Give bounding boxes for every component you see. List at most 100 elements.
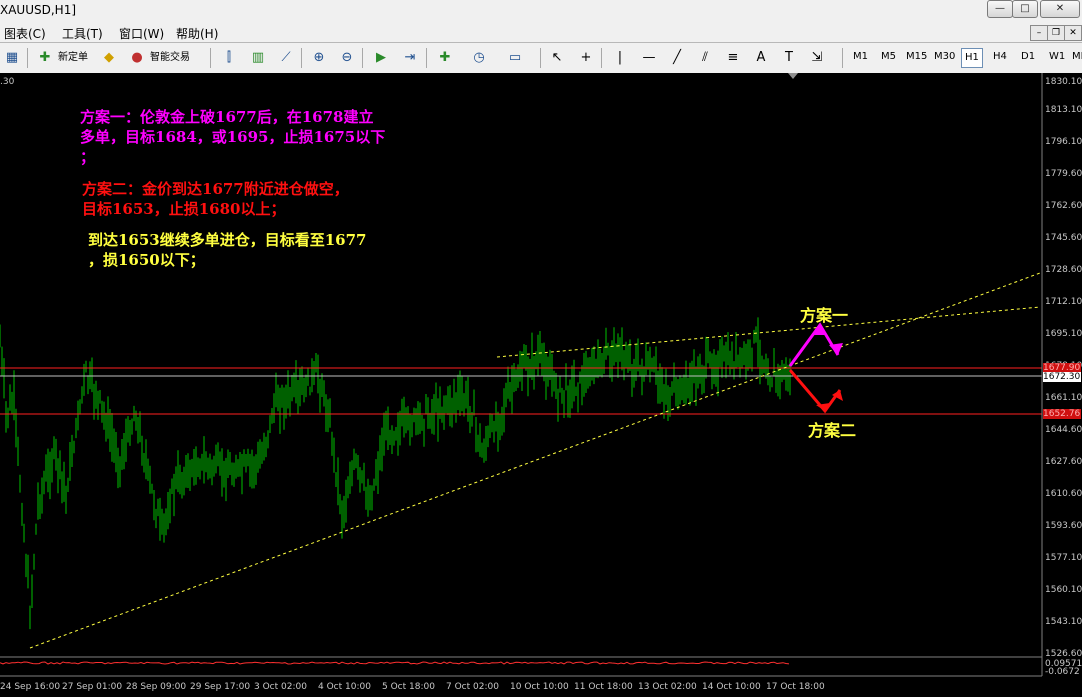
price-tick-label: 1745.60 bbox=[1045, 233, 1082, 243]
toolbar: ▦ ✚ 新定单 ◆ ● 智能交易 ⫿ ▥ ⟋ ⊕ ⊖ ▶ ⇥ ✚ ◷ ▭ ↖ +… bbox=[0, 43, 1082, 74]
title-bar: XAUUSD,H1] — □ ✕ bbox=[0, 0, 1082, 23]
price-tick-label: 1695.10 bbox=[1045, 329, 1082, 339]
price-tick-label: 1728.60 bbox=[1045, 265, 1082, 275]
timeframe-m1[interactable]: M1 bbox=[853, 51, 868, 62]
time-tick-label: 10 Oct 10:00 bbox=[510, 682, 569, 692]
zoom-out-icon[interactable]: ⊖ bbox=[338, 49, 356, 67]
new-order-icon[interactable]: ✚ bbox=[36, 49, 54, 67]
new-order-button[interactable]: 新定单 bbox=[58, 48, 88, 68]
maximize-button[interactable]: □ bbox=[1012, 0, 1038, 18]
time-tick-label: 4 Oct 10:00 bbox=[318, 682, 371, 692]
text-label-icon[interactable]: T bbox=[780, 49, 798, 67]
toolbar-separator bbox=[842, 48, 843, 68]
toolbar-separator bbox=[301, 48, 302, 68]
print-preview-icon[interactable]: ▦ bbox=[3, 49, 21, 67]
channel-icon[interactable]: ⫽ bbox=[696, 49, 714, 67]
window-title: XAUUSD,H1] bbox=[0, 3, 77, 17]
chart-shift-icon[interactable]: ⇥ bbox=[401, 49, 419, 67]
timeframe-h4[interactable]: H4 bbox=[993, 51, 1007, 62]
templates-icon[interactable]: ▭ bbox=[506, 49, 524, 67]
price-marker: 1672.30 bbox=[1043, 372, 1081, 382]
periods-clock-icon[interactable]: ◷ bbox=[470, 49, 488, 67]
mdi-minimize-button[interactable]: – bbox=[1030, 25, 1048, 41]
indicators-icon[interactable]: ✚ bbox=[436, 49, 454, 67]
toolbar-separator bbox=[426, 48, 427, 68]
price-tick-label: 1712.10 bbox=[1045, 297, 1082, 307]
time-tick-label: 5 Oct 18:00 bbox=[382, 682, 435, 692]
crosshair-icon[interactable]: + bbox=[577, 49, 595, 67]
cursor-icon[interactable]: ↖ bbox=[548, 49, 566, 67]
menu-help[interactable]: 帮助(H) bbox=[176, 25, 218, 42]
plan1-note[interactable]: 方案一：伦敦金上破1677后，在1678建立 多单，目标1684，或1695，止… bbox=[80, 107, 385, 167]
time-tick-label: 27 Sep 01:00 bbox=[62, 682, 123, 692]
vertical-line-icon[interactable]: | bbox=[611, 49, 629, 67]
ascending-trendline[interactable] bbox=[29, 272, 1041, 649]
auto-scroll-icon[interactable]: ▶ bbox=[372, 49, 390, 67]
timeframe-m15[interactable]: M15 bbox=[906, 51, 927, 62]
time-tick-label: 11 Oct 18:00 bbox=[574, 682, 633, 692]
indicator-value: -0.0672 bbox=[1045, 667, 1080, 677]
plan2-note[interactable]: 方案二：金价到达1677附近进仓做空， 目标1653，止损1680以上； bbox=[82, 179, 349, 219]
price-tick-label: 1779.60 bbox=[1045, 169, 1082, 179]
price-tick-label: 1830.10 bbox=[1045, 77, 1082, 87]
price-tick-label: 1627.60 bbox=[1045, 457, 1082, 467]
time-tick-label: 14 Oct 10:00 bbox=[702, 682, 761, 692]
price-tick-label: 1813.10 bbox=[1045, 105, 1082, 115]
close-button[interactable]: ✕ bbox=[1040, 0, 1080, 18]
menu-chart[interactable]: 图表(C) bbox=[4, 25, 46, 42]
candlestick-icon[interactable]: ▥ bbox=[249, 49, 267, 67]
time-tick-label: 3 Oct 02:00 bbox=[254, 682, 307, 692]
price-tick-label: 1593.60 bbox=[1045, 521, 1082, 531]
text-tool-icon[interactable]: A bbox=[752, 49, 770, 67]
time-tick-label: 29 Sep 17:00 bbox=[190, 682, 251, 692]
time-tick-label: 28 Sep 09:00 bbox=[126, 682, 187, 692]
timeframe-d1[interactable]: D1 bbox=[1021, 51, 1035, 62]
line-chart-icon[interactable]: ⟋ bbox=[277, 49, 295, 67]
fibonacci-icon[interactable]: ≡ bbox=[724, 49, 742, 67]
toolbar-separator bbox=[540, 48, 541, 68]
warning-icon[interactable]: ◆ bbox=[100, 49, 118, 67]
price-tick-label: 1577.10 bbox=[1045, 553, 1082, 563]
price-tick-label: 1762.60 bbox=[1045, 201, 1082, 211]
timeframe-w1[interactable]: W1 bbox=[1049, 51, 1065, 62]
toolbar-separator bbox=[601, 48, 602, 68]
toolbar-separator bbox=[362, 48, 363, 68]
plan2-label[interactable]: 方案二 bbox=[808, 417, 856, 441]
timeframe-m30[interactable]: M30 bbox=[934, 51, 955, 62]
chart-shift-marker[interactable] bbox=[788, 73, 798, 79]
price-tick-label: 1543.10 bbox=[1045, 617, 1082, 627]
time-tick-label: 7 Oct 02:00 bbox=[446, 682, 499, 692]
timeframe-m5[interactable]: M5 bbox=[881, 51, 896, 62]
menu-bar: 图表(C) 工具(T) 窗口(W) 帮助(H) bbox=[0, 22, 1082, 43]
price-tick-label: 1644.60 bbox=[1045, 425, 1082, 435]
timeframe-mn[interactable]: MN bbox=[1072, 51, 1082, 62]
mdi-close-button[interactable]: ✕ bbox=[1064, 25, 1082, 41]
top-left-value: .30 bbox=[0, 77, 15, 87]
price-tick-label: 1560.10 bbox=[1045, 585, 1082, 595]
toolbar-separator bbox=[210, 48, 211, 68]
trendline-icon[interactable]: ╱ bbox=[668, 49, 686, 67]
candle-series bbox=[0, 317, 791, 630]
menu-window[interactable]: 窗口(W) bbox=[119, 25, 164, 42]
zoom-in-icon[interactable]: ⊕ bbox=[310, 49, 328, 67]
mdi-restore-button[interactable]: ❐ bbox=[1047, 25, 1065, 41]
plan1-label[interactable]: 方案一 bbox=[800, 302, 848, 326]
bar-chart-icon[interactable]: ⫿ bbox=[220, 49, 238, 67]
plan1-arrow bbox=[788, 322, 843, 367]
minimize-button[interactable]: — bbox=[987, 0, 1013, 18]
expert-advisor-button[interactable]: 智能交易 bbox=[150, 48, 190, 68]
price-tick-label: 1661.10 bbox=[1045, 393, 1082, 403]
price-marker: 1652.76 bbox=[1043, 409, 1081, 419]
timeframe-h1[interactable]: H1 bbox=[961, 48, 983, 68]
expert-advisor-icon[interactable]: ● bbox=[128, 49, 146, 67]
upper-trendline[interactable] bbox=[496, 306, 1041, 358]
indicator-line bbox=[0, 661, 790, 665]
time-tick-label: 24 Sep 16:00 bbox=[0, 682, 61, 692]
plan3-note[interactable]: 到达1653继续多单进仓，目标看至1677 ，损1650以下； bbox=[88, 230, 367, 270]
horizontal-line-icon[interactable]: — bbox=[640, 49, 658, 67]
price-tick-label: 1526.60 bbox=[1045, 649, 1082, 659]
toolbar-separator bbox=[27, 48, 28, 68]
menu-tools[interactable]: 工具(T) bbox=[62, 25, 103, 42]
arrows-icon[interactable]: ⇲ bbox=[808, 49, 826, 67]
chart-window[interactable]: .30 方案一：伦敦金上破1677后，在1678建立 多单，目标1684，或16… bbox=[0, 73, 1082, 697]
